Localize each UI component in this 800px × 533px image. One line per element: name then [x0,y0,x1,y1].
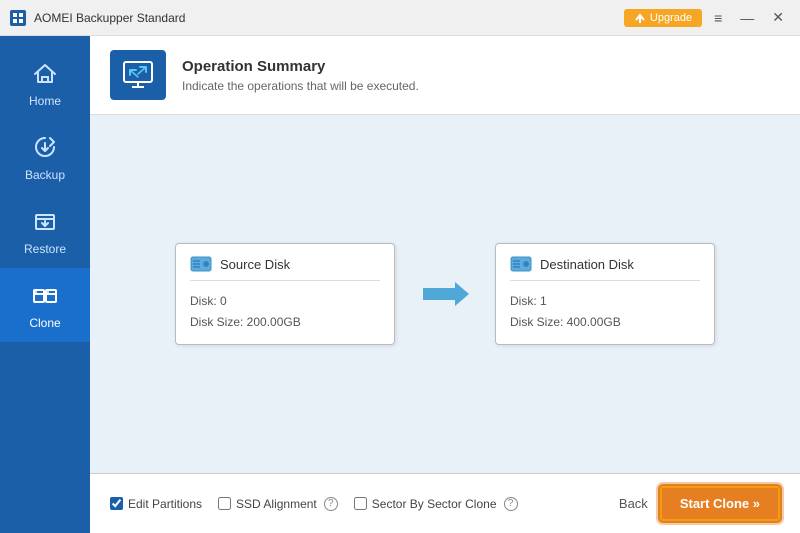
sector-by-sector-option[interactable]: Sector By Sector Clone ? [354,497,518,511]
source-disk-title: Source Disk [220,257,290,272]
destination-disk-info: Disk: 1 Disk Size: 400.00GB [510,291,700,332]
clone-icon [29,280,61,312]
source-disk-info: Disk: 0 Disk Size: 200.00GB [190,291,380,332]
title-bar: AOMEI Backupper Standard Upgrade ≡ — ✕ [0,0,800,36]
menu-button[interactable]: ≡ [708,8,728,28]
source-disk-icon [190,256,212,272]
ssd-alignment-checkbox[interactable] [218,497,231,510]
operation-summary-title: Operation Summary [182,58,419,75]
edit-partitions-option[interactable]: Edit Partitions [110,497,202,511]
content-area: Operation Summary Indicate the operation… [90,36,800,533]
source-disk-number: Disk: 0 [190,291,380,311]
source-disk-size: Disk Size: 200.00GB [190,312,380,332]
sidebar-backup-label: Backup [25,168,65,182]
sector-by-sector-checkbox[interactable] [354,497,367,510]
sidebar-restore-label: Restore [24,242,66,256]
sector-by-sector-label: Sector By Sector Clone [372,497,497,511]
close-button[interactable]: ✕ [766,7,790,28]
backup-icon [29,132,61,164]
destination-disk-card: Destination Disk Disk: 1 Disk Size: 400.… [495,243,715,345]
ssd-alignment-option[interactable]: SSD Alignment ? [218,497,338,511]
minimize-button[interactable]: — [734,8,760,28]
destination-disk-header: Destination Disk [510,256,700,281]
sidebar-item-clone[interactable]: Clone [0,268,90,342]
operation-summary-header: Operation Summary Indicate the operation… [90,36,800,115]
bottom-options: Edit Partitions SSD Alignment ? Sector B… [110,497,518,511]
clone-area: Source Disk Disk: 0 Disk Size: 200.00GB [90,115,800,473]
main-layout: Home Backup [0,36,800,533]
sidebar-home-label: Home [29,94,61,108]
destination-disk-size: Disk Size: 400.00GB [510,312,700,332]
sidebar: Home Backup [0,36,90,533]
title-bar-right: Upgrade ≡ — ✕ [624,7,790,28]
sidebar-item-restore[interactable]: Restore [0,194,90,268]
restore-icon [29,206,61,238]
sidebar-item-backup[interactable]: Backup [0,120,90,194]
destination-disk-title: Destination Disk [540,257,634,272]
clone-arrow-icon [415,276,475,312]
app-title: AOMEI Backupper Standard [34,11,185,25]
sidebar-clone-label: Clone [29,316,60,330]
source-disk-header: Source Disk [190,256,380,281]
destination-disk-number: Disk: 1 [510,291,700,311]
app-icon [10,10,26,26]
title-bar-left: AOMEI Backupper Standard [10,10,185,26]
operation-summary-text: Operation Summary Indicate the operation… [182,58,419,93]
destination-disk-icon [510,256,532,272]
upgrade-button[interactable]: Upgrade [624,9,702,27]
operation-icon [110,50,166,100]
source-disk-card: Source Disk Disk: 0 Disk Size: 200.00GB [175,243,395,345]
home-icon [29,58,61,90]
start-clone-button[interactable]: Start Clone » [660,486,780,521]
operation-summary-subtitle: Indicate the operations that will be exe… [182,79,419,93]
back-button[interactable]: Back [619,496,648,511]
bottom-bar: Edit Partitions SSD Alignment ? Sector B… [90,473,800,533]
edit-partitions-checkbox[interactable] [110,497,123,510]
bottom-actions: Back Start Clone » [619,486,780,521]
sidebar-item-home[interactable]: Home [0,46,90,120]
ssd-alignment-label: SSD Alignment [236,497,317,511]
arrow-container [395,276,495,312]
ssd-alignment-help-icon[interactable]: ? [324,497,338,511]
sector-by-sector-help-icon[interactable]: ? [504,497,518,511]
edit-partitions-label: Edit Partitions [128,497,202,511]
